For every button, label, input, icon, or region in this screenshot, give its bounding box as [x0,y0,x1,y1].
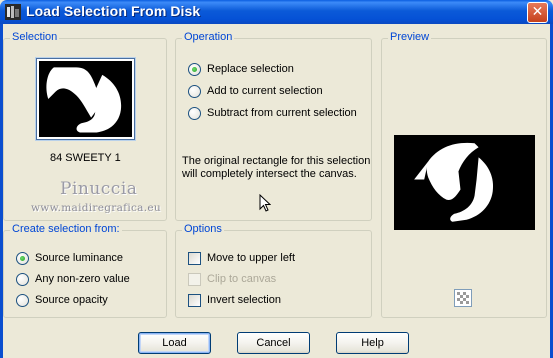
radio-any-non-zero[interactable]: Any non-zero value [16,271,130,287]
operation-info-text: The original rectangle for this selectio… [182,155,371,180]
options-group: Options Move to upper left Clip to canva… [175,223,372,318]
selection-group: Selection 84 SWEETY 1 Pinuccia www.maidi… [3,31,167,221]
create-from-group: Create selection from: Source luminance … [3,223,167,318]
mouse-pointer-icon [259,194,271,212]
preview-group: Preview [381,31,547,318]
cancel-button[interactable]: Cancel [237,332,310,354]
checkbox-move-upper-left[interactable]: Move to upper left [188,250,295,266]
options-group-label: Options [182,223,224,235]
radio-button[interactable] [188,106,201,120]
checkbox-label: Clip to canvas [207,273,277,285]
radio-add-to-selection[interactable]: Add to current selection [188,83,323,99]
checkerboard-icon [457,292,469,304]
checkbox-label: Invert selection [207,294,281,306]
radio-button[interactable] [16,251,29,265]
watermark-url: www.maidiregrafica.eu [31,202,161,214]
selection-thumbnail[interactable] [36,58,135,140]
radio-subtract-from-selection[interactable]: Subtract from current selection [188,105,357,121]
close-icon: ✕ [531,4,544,20]
checkbox-clip-to-canvas: Clip to canvas [188,271,276,287]
radio-source-opacity[interactable]: Source opacity [16,292,108,308]
radio-button[interactable] [16,272,29,286]
checkbox-invert-selection[interactable]: Invert selection [188,292,281,308]
window-title: Load Selection From Disk [26,3,201,19]
preview-toggle-button[interactable] [454,289,472,307]
radio-replace-selection[interactable]: Replace selection [188,61,294,77]
watermark-name: Pinuccia [60,179,138,199]
selection-item-name: 84 SWEETY 1 [50,152,121,164]
radio-button[interactable] [16,293,29,307]
preview-group-label: Preview [388,31,432,43]
checkbox[interactable] [188,293,201,307]
checkbox[interactable] [188,251,201,265]
load-button[interactable]: Load [138,332,211,354]
radio-label: Subtract from current selection [207,107,357,119]
radio-label: Source opacity [35,294,108,306]
help-button[interactable]: Help [336,332,409,354]
create-from-group-label: Create selection from: [10,223,122,235]
checkbox [188,272,201,286]
radio-label: Add to current selection [207,85,323,97]
close-button[interactable]: ✕ [527,2,548,23]
radio-source-luminance[interactable]: Source luminance [16,250,123,266]
radio-button[interactable] [188,84,201,98]
selection-group-label: Selection [10,31,60,43]
preview-canvas [394,135,535,230]
app-icon [5,4,21,20]
radio-button[interactable] [188,62,201,76]
radio-label: Replace selection [207,63,294,75]
preview-selection-shape [414,142,494,222]
checkbox-label: Move to upper left [207,252,296,264]
operation-group: Operation Replace selection Add to curre… [175,31,372,221]
operation-group-label: Operation [182,31,235,43]
radio-label: Any non-zero value [35,273,130,285]
title-bar[interactable]: Load Selection From Disk ✕ [0,0,553,24]
selection-shape-thumbnail [46,67,122,133]
radio-label: Source luminance [35,252,124,264]
